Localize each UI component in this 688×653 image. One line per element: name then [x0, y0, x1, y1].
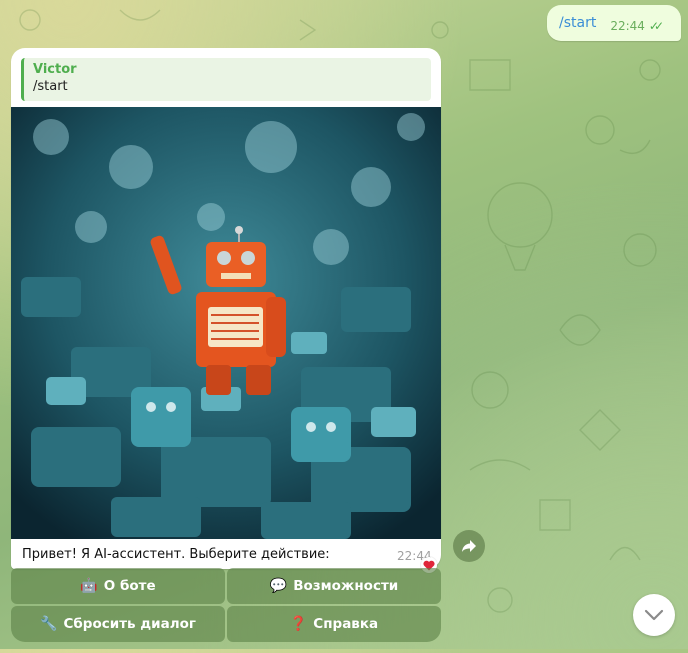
robot-toys-photo[interactable]	[11, 107, 441, 539]
reset-dialog-button[interactable]: 🔧 Сбросить диалог	[11, 606, 225, 642]
features-label: Возможности	[293, 578, 399, 594]
scroll-down-button[interactable]	[633, 594, 675, 636]
reply-author: Victor	[33, 62, 77, 77]
wrench-icon: 🔧	[40, 616, 58, 632]
speech-bubble-icon: 💬	[269, 578, 288, 594]
robot-icon: 🤖	[80, 578, 98, 594]
help-button[interactable]: ❓ Справка	[227, 606, 441, 642]
reply-quote[interactable]: Victor /start	[21, 58, 431, 101]
inline-keyboard-row-1: 🤖 О боте 💬 Возможности	[11, 568, 441, 604]
question-icon: ❓	[289, 616, 308, 632]
double-check-icon: ✓✓	[648, 19, 664, 33]
help-label: Справка	[313, 616, 379, 632]
chevron-down-icon	[644, 609, 664, 621]
about-bot-button[interactable]: 🤖 О боте	[11, 568, 225, 604]
reply-text: /start	[33, 79, 68, 94]
incoming-message[interactable]: Victor /start Привет! Я AI-ассистент. Вы…	[11, 48, 441, 569]
outgoing-command-link[interactable]: /start	[559, 15, 596, 31]
outgoing-message[interactable]: /start 22:44 ✓✓	[547, 5, 681, 41]
reset-dialog-label: Сбросить диалог	[63, 616, 196, 632]
message-caption: Привет! Я AI-ассистент. Выберите действи…	[22, 547, 330, 562]
inline-keyboard-row-2: 🔧 Сбросить диалог ❓ Справка	[11, 606, 441, 642]
features-button[interactable]: 💬 Возможности	[227, 568, 441, 604]
about-bot-label: О боте	[103, 578, 156, 594]
share-icon[interactable]	[453, 530, 485, 562]
outgoing-time: 22:44	[610, 19, 645, 33]
